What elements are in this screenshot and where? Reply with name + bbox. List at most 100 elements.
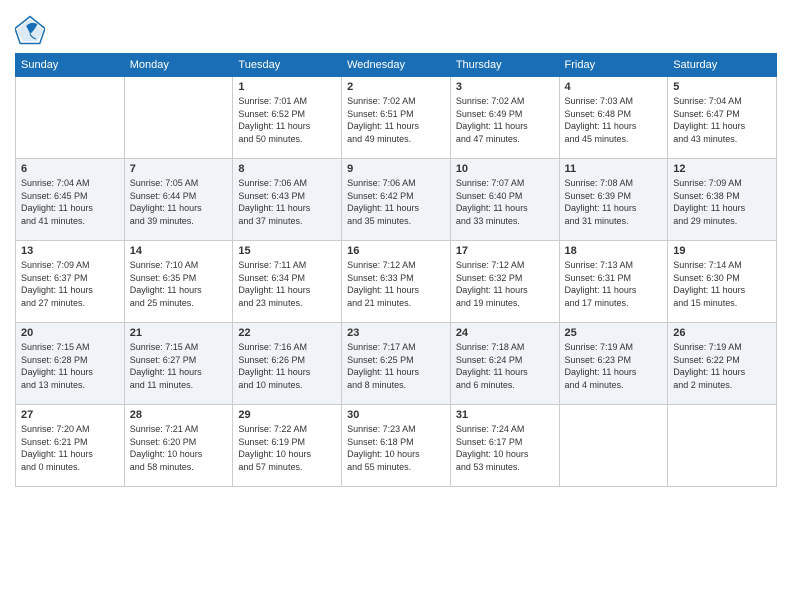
calendar-week-1: 1 Sunrise: 7:01 AM Sunset: 6:52 PM Daylig…	[16, 77, 777, 159]
calendar-cell	[16, 77, 125, 159]
calendar-header-row: SundayMondayTuesdayWednesdayThursdayFrid…	[16, 54, 777, 77]
day-number: 19	[673, 245, 771, 257]
weekday-header-wednesday: Wednesday	[342, 54, 451, 77]
day-info: Sunrise: 7:24 AM Sunset: 6:17 PM Dayligh…	[456, 423, 554, 473]
day-info: Sunrise: 7:20 AM Sunset: 6:21 PM Dayligh…	[21, 423, 119, 473]
calendar-cell	[124, 77, 233, 159]
calendar-cell	[559, 405, 668, 487]
day-info: Sunrise: 7:16 AM Sunset: 6:26 PM Dayligh…	[238, 341, 336, 391]
calendar-cell: 27 Sunrise: 7:20 AM Sunset: 6:21 PM Dayli…	[16, 405, 125, 487]
day-info: Sunrise: 7:09 AM Sunset: 6:37 PM Dayligh…	[21, 259, 119, 309]
day-info: Sunrise: 7:09 AM Sunset: 6:38 PM Dayligh…	[673, 177, 771, 227]
weekday-header-thursday: Thursday	[450, 54, 559, 77]
day-number: 18	[565, 245, 663, 257]
day-info: Sunrise: 7:04 AM Sunset: 6:47 PM Dayligh…	[673, 95, 771, 145]
day-number: 16	[347, 245, 445, 257]
day-number: 20	[21, 327, 119, 339]
calendar-cell: 17 Sunrise: 7:12 AM Sunset: 6:32 PM Dayli…	[450, 241, 559, 323]
day-info: Sunrise: 7:22 AM Sunset: 6:19 PM Dayligh…	[238, 423, 336, 473]
day-number: 15	[238, 245, 336, 257]
calendar-cell: 13Sunrise: 7:09 AM Sunset: 6:37 PM Dayli…	[16, 241, 125, 323]
calendar-cell: 26 Sunrise: 7:19 AM Sunset: 6:22 PM Dayli…	[668, 323, 777, 405]
day-number: 24	[456, 327, 554, 339]
day-info: Sunrise: 7:13 AM Sunset: 6:31 PM Dayligh…	[565, 259, 663, 309]
day-number: 23	[347, 327, 445, 339]
day-number: 22	[238, 327, 336, 339]
day-number: 2	[347, 81, 445, 93]
day-info: Sunrise: 7:07 AM Sunset: 6:40 PM Dayligh…	[456, 177, 554, 227]
calendar-cell: 10 Sunrise: 7:07 AM Sunset: 6:40 PM Dayli…	[450, 159, 559, 241]
calendar-cell: 23 Sunrise: 7:17 AM Sunset: 6:25 PM Dayli…	[342, 323, 451, 405]
day-number: 25	[565, 327, 663, 339]
day-info: Sunrise: 7:19 AM Sunset: 6:22 PM Dayligh…	[673, 341, 771, 391]
day-number: 21	[130, 327, 228, 339]
weekday-header-saturday: Saturday	[668, 54, 777, 77]
calendar-cell: 2 Sunrise: 7:02 AM Sunset: 6:51 PM Daylig…	[342, 77, 451, 159]
calendar-cell: 28Sunrise: 7:21 AM Sunset: 6:20 PM Dayli…	[124, 405, 233, 487]
day-number: 26	[673, 327, 771, 339]
calendar-cell: 3 Sunrise: 7:02 AM Sunset: 6:49 PM Daylig…	[450, 77, 559, 159]
calendar-cell: 19Sunrise: 7:14 AM Sunset: 6:30 PM Dayli…	[668, 241, 777, 323]
calendar-cell: 15Sunrise: 7:11 AM Sunset: 6:34 PM Dayli…	[233, 241, 342, 323]
calendar-cell: 20 Sunrise: 7:15 AM Sunset: 6:28 PM Dayli…	[16, 323, 125, 405]
day-number: 3	[456, 81, 554, 93]
page: SundayMondayTuesdayWednesdayThursdayFrid…	[0, 0, 792, 612]
day-info: Sunrise: 7:06 AM Sunset: 6:43 PM Dayligh…	[238, 177, 336, 227]
calendar-cell: 11 Sunrise: 7:08 AM Sunset: 6:39 PM Dayli…	[559, 159, 668, 241]
calendar-table: SundayMondayTuesdayWednesdayThursdayFrid…	[15, 53, 777, 487]
calendar-cell: 25 Sunrise: 7:19 AM Sunset: 6:23 PM Dayli…	[559, 323, 668, 405]
calendar-cell: 6 Sunrise: 7:04 AM Sunset: 6:45 PM Daylig…	[16, 159, 125, 241]
day-info: Sunrise: 7:23 AM Sunset: 6:18 PM Dayligh…	[347, 423, 445, 473]
day-number: 27	[21, 409, 119, 421]
calendar-cell: 9Sunrise: 7:06 AM Sunset: 6:42 PM Daylig…	[342, 159, 451, 241]
calendar-cell: 4Sunrise: 7:03 AM Sunset: 6:48 PM Daylig…	[559, 77, 668, 159]
day-number: 10	[456, 163, 554, 175]
logo	[15, 15, 47, 45]
calendar-week-3: 13Sunrise: 7:09 AM Sunset: 6:37 PM Dayli…	[16, 241, 777, 323]
logo-icon	[15, 15, 45, 45]
calendar-cell: 24 Sunrise: 7:18 AM Sunset: 6:24 PM Dayli…	[450, 323, 559, 405]
day-number: 17	[456, 245, 554, 257]
weekday-header-monday: Monday	[124, 54, 233, 77]
day-number: 31	[456, 409, 554, 421]
calendar-week-2: 6 Sunrise: 7:04 AM Sunset: 6:45 PM Daylig…	[16, 159, 777, 241]
day-info: Sunrise: 7:08 AM Sunset: 6:39 PM Dayligh…	[565, 177, 663, 227]
day-number: 6	[21, 163, 119, 175]
day-info: Sunrise: 7:02 AM Sunset: 6:49 PM Dayligh…	[456, 95, 554, 145]
calendar-cell: 18 Sunrise: 7:13 AM Sunset: 6:31 PM Dayli…	[559, 241, 668, 323]
calendar-cell: 31 Sunrise: 7:24 AM Sunset: 6:17 PM Dayli…	[450, 405, 559, 487]
day-info: Sunrise: 7:21 AM Sunset: 6:20 PM Dayligh…	[130, 423, 228, 473]
day-info: Sunrise: 7:12 AM Sunset: 6:32 PM Dayligh…	[456, 259, 554, 309]
day-number: 11	[565, 163, 663, 175]
day-number: 5	[673, 81, 771, 93]
calendar-cell: 22 Sunrise: 7:16 AM Sunset: 6:26 PM Dayli…	[233, 323, 342, 405]
calendar-cell: 12 Sunrise: 7:09 AM Sunset: 6:38 PM Dayli…	[668, 159, 777, 241]
day-info: Sunrise: 7:18 AM Sunset: 6:24 PM Dayligh…	[456, 341, 554, 391]
day-info: Sunrise: 7:02 AM Sunset: 6:51 PM Dayligh…	[347, 95, 445, 145]
day-number: 7	[130, 163, 228, 175]
calendar-cell: 7 Sunrise: 7:05 AM Sunset: 6:44 PM Daylig…	[124, 159, 233, 241]
day-number: 29	[238, 409, 336, 421]
day-number: 12	[673, 163, 771, 175]
calendar-cell: 29 Sunrise: 7:22 AM Sunset: 6:19 PM Dayli…	[233, 405, 342, 487]
calendar-cell: 8 Sunrise: 7:06 AM Sunset: 6:43 PM Daylig…	[233, 159, 342, 241]
day-info: Sunrise: 7:15 AM Sunset: 6:27 PM Dayligh…	[130, 341, 228, 391]
calendar-week-4: 20 Sunrise: 7:15 AM Sunset: 6:28 PM Dayli…	[16, 323, 777, 405]
calendar-cell: 5 Sunrise: 7:04 AM Sunset: 6:47 PM Daylig…	[668, 77, 777, 159]
header	[15, 15, 777, 45]
calendar-cell	[668, 405, 777, 487]
day-info: Sunrise: 7:05 AM Sunset: 6:44 PM Dayligh…	[130, 177, 228, 227]
day-number: 8	[238, 163, 336, 175]
day-number: 1	[238, 81, 336, 93]
weekday-header-sunday: Sunday	[16, 54, 125, 77]
day-info: Sunrise: 7:15 AM Sunset: 6:28 PM Dayligh…	[21, 341, 119, 391]
calendar-cell: 14Sunrise: 7:10 AM Sunset: 6:35 PM Dayli…	[124, 241, 233, 323]
calendar-cell: 21 Sunrise: 7:15 AM Sunset: 6:27 PM Dayli…	[124, 323, 233, 405]
day-info: Sunrise: 7:01 AM Sunset: 6:52 PM Dayligh…	[238, 95, 336, 145]
day-info: Sunrise: 7:19 AM Sunset: 6:23 PM Dayligh…	[565, 341, 663, 391]
weekday-header-tuesday: Tuesday	[233, 54, 342, 77]
day-info: Sunrise: 7:04 AM Sunset: 6:45 PM Dayligh…	[21, 177, 119, 227]
day-number: 9	[347, 163, 445, 175]
day-info: Sunrise: 7:17 AM Sunset: 6:25 PM Dayligh…	[347, 341, 445, 391]
calendar-cell: 16Sunrise: 7:12 AM Sunset: 6:33 PM Dayli…	[342, 241, 451, 323]
